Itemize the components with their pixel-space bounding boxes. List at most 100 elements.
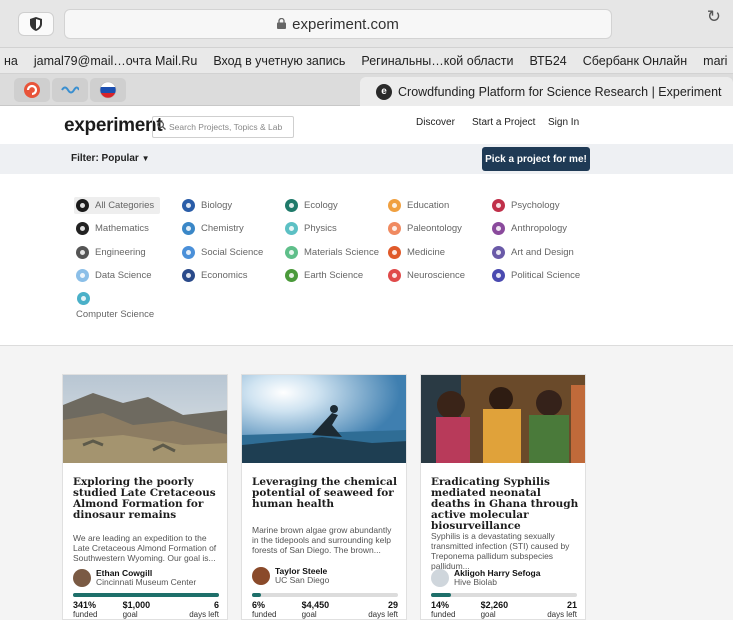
project-description: We are leading an expedition to the Late… xyxy=(73,533,217,563)
stat-label: goal xyxy=(301,610,317,619)
category-icon xyxy=(492,222,505,235)
category-data-science[interactable]: Data Science xyxy=(76,269,152,282)
category-label: Social Science xyxy=(201,247,264,258)
project-author[interactable]: Taylor Steele UC San Diego xyxy=(252,567,329,585)
category-earth-science[interactable]: Earth Science xyxy=(285,269,363,282)
category-education[interactable]: Education xyxy=(388,199,449,212)
nav-start-project[interactable]: Start a Project xyxy=(472,117,535,128)
author-org: Hive Biolab xyxy=(454,577,497,587)
funding-progress-bar xyxy=(252,593,398,597)
bookmark-item[interactable]: на xyxy=(4,54,18,68)
category-grid: All Categories Biology Ecology Education… xyxy=(0,174,733,346)
bookmark-item[interactable]: Регинальны…кой области xyxy=(361,54,513,68)
author-org: Cincinnati Museum Center xyxy=(96,577,197,587)
category-icon xyxy=(76,199,89,212)
bookmark-item[interactable]: jamal79@mail…очта Mail.Ru xyxy=(34,54,197,68)
caret-down-icon: ▼ xyxy=(141,154,150,163)
project-image xyxy=(242,375,406,463)
project-title[interactable]: Eradicating Syphilis mediated neonatal d… xyxy=(431,477,581,532)
project-image xyxy=(63,375,227,463)
funding-progress-bar xyxy=(73,593,219,597)
category-computer-science[interactable]: Computer Science xyxy=(76,292,154,320)
stat-value: $4,450 xyxy=(301,600,330,610)
stat-label: funded xyxy=(73,610,98,619)
stat-goal: $4,450 goal xyxy=(301,600,330,620)
stat-value: 29 xyxy=(387,600,398,610)
category-neuroscience[interactable]: Neuroscience xyxy=(388,269,465,282)
stat-days-left: 6 days left xyxy=(189,601,219,620)
stat-value: 6% xyxy=(252,600,266,610)
category-economics[interactable]: Economics xyxy=(182,269,247,282)
category-label: Physics xyxy=(304,223,337,234)
category-icon xyxy=(285,199,298,212)
stat-funded: 341% funded xyxy=(73,601,98,620)
category-icon xyxy=(285,246,298,259)
reload-icon[interactable]: ↻ xyxy=(707,7,721,27)
category-label: Mathematics xyxy=(95,223,149,234)
category-label: Psychology xyxy=(511,200,560,211)
category-ecology[interactable]: Ecology xyxy=(285,199,338,212)
category-icon xyxy=(182,246,195,259)
project-author[interactable]: Ethan Cowgill Cincinnati Museum Center xyxy=(73,569,196,587)
url-text: experiment.com xyxy=(292,15,399,33)
project-title[interactable]: Leveraging the chemical potential of sea… xyxy=(252,477,402,510)
category-biology[interactable]: Biology xyxy=(182,199,232,212)
category-label: Art and Design xyxy=(511,247,574,258)
tab-flag-icon[interactable] xyxy=(90,78,126,102)
category-label: Computer Science xyxy=(76,309,155,320)
category-social-science[interactable]: Social Science xyxy=(182,246,263,259)
category-political-science[interactable]: Political Science xyxy=(492,269,580,282)
nav-discover[interactable]: Discover xyxy=(416,117,455,128)
funding-progress-bar xyxy=(431,593,577,597)
category-engineering[interactable]: Engineering xyxy=(76,246,146,259)
bookmark-item[interactable]: mari xyxy=(703,54,727,68)
tab-active[interactable]: e Crowdfunding Platform for Science Rese… xyxy=(360,77,733,106)
filter-dropdown[interactable]: Filter: Popular ▼ xyxy=(71,153,150,164)
search-icon xyxy=(157,121,166,133)
bookmark-item[interactable]: ВТБ24 xyxy=(530,54,567,68)
bookmark-item[interactable]: Сбербанк Онлайн xyxy=(583,54,687,68)
pick-project-button[interactable]: Pick a project for me! xyxy=(482,147,590,171)
shield-icon[interactable] xyxy=(18,12,54,36)
stat-goal: $2,260 goal xyxy=(481,601,509,620)
stat-label: days left xyxy=(189,610,219,619)
stat-label: days left xyxy=(547,610,577,619)
category-anthropology[interactable]: Anthropology xyxy=(492,222,567,235)
project-card[interactable]: Leveraging the chemical potential of sea… xyxy=(241,374,407,620)
category-label: Medicine xyxy=(407,247,446,258)
project-title[interactable]: Exploring the poorly studied Late Cretac… xyxy=(73,477,223,521)
tab-mini-blue[interactable] xyxy=(52,78,88,102)
category-physics[interactable]: Physics xyxy=(285,222,337,235)
project-stats: 6% funded $4,450 goal 29 days left xyxy=(252,600,398,620)
tab-extension-red[interactable] xyxy=(14,78,50,102)
category-icon xyxy=(388,199,401,212)
bookmark-item[interactable]: Вход в учетную запись xyxy=(213,54,345,68)
category-art-design[interactable]: Art and Design xyxy=(492,246,574,259)
category-mathematics[interactable]: Mathematics xyxy=(76,222,149,235)
category-icon xyxy=(285,222,298,235)
category-icon xyxy=(492,269,505,282)
project-card[interactable]: Eradicating Syphilis mediated neonatal d… xyxy=(420,374,586,620)
stat-value: 21 xyxy=(566,600,577,610)
project-card[interactable]: Exploring the poorly studied Late Cretac… xyxy=(62,374,228,620)
project-author[interactable]: Akligoh Harry Sefoga Hive Biolab xyxy=(431,569,540,587)
category-icon xyxy=(182,199,195,212)
project-image xyxy=(421,375,585,463)
funding-progress-fill xyxy=(252,593,261,597)
address-bar[interactable]: experiment.com xyxy=(64,9,612,39)
category-icon xyxy=(388,222,401,235)
project-description: Syphilis is a devastating sexually trans… xyxy=(431,531,570,571)
stat-value: 14% xyxy=(431,600,450,610)
category-chemistry[interactable]: Chemistry xyxy=(182,222,244,235)
category-medicine[interactable]: Medicine xyxy=(388,246,445,259)
stat-funded: 6% funded xyxy=(252,600,276,620)
category-all[interactable]: All Categories xyxy=(74,197,161,214)
category-materials-science[interactable]: Materials Science xyxy=(285,246,379,259)
nav-sign-in[interactable]: Sign In xyxy=(548,117,579,128)
logo[interactable]: experiment xyxy=(64,115,163,137)
category-icon xyxy=(76,269,89,282)
category-icon xyxy=(492,246,505,259)
category-paleontology[interactable]: Paleontology xyxy=(388,222,462,235)
search-input[interactable]: Search Projects, Topics & Lab xyxy=(152,116,294,138)
category-psychology[interactable]: Psychology xyxy=(492,199,560,212)
